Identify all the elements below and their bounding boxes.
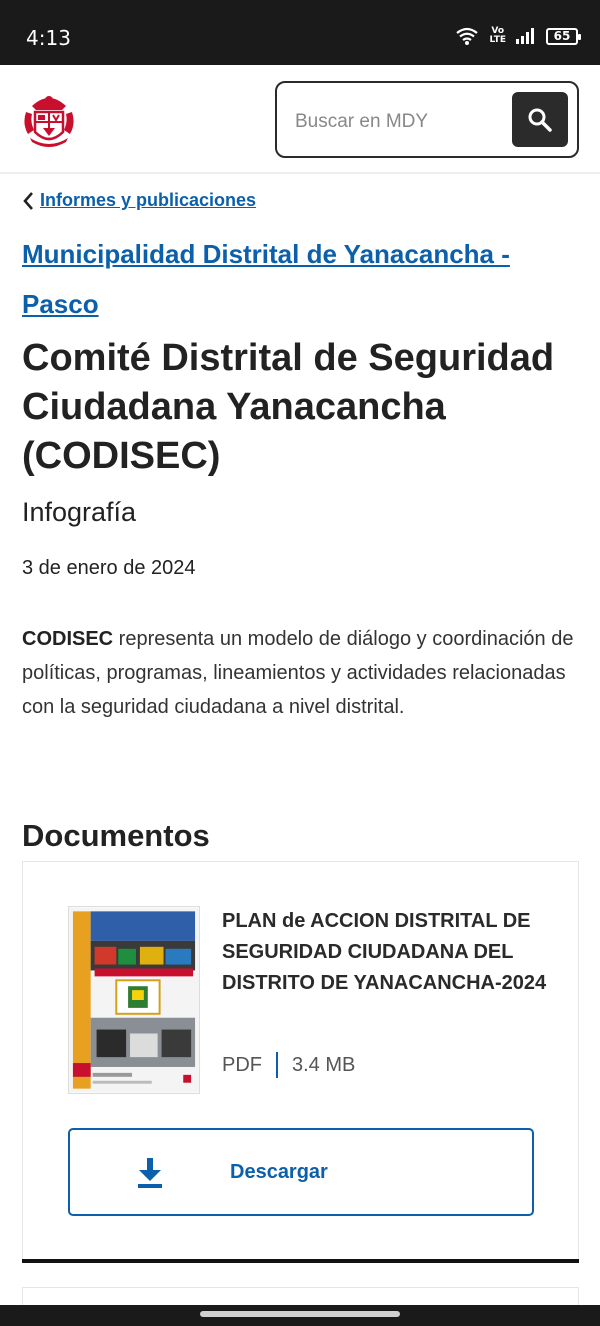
breadcrumb-link[interactable]: Informes y publicaciones [40,190,256,211]
volte-indicator: Vo LTE [489,26,506,45]
search-input[interactable]: Buscar en MDY [295,111,428,133]
search-button[interactable] [512,92,568,147]
organization-link[interactable]: Municipalidad Distrital de Yanacancha - … [22,229,562,329]
download-label: Descargar [230,1161,328,1183]
download-icon [138,1158,162,1188]
battery-level: 65 [553,28,571,43]
description-bold: CODISEC [22,628,114,650]
home-handle[interactable] [200,1311,400,1317]
documents-heading: Documentos [22,818,210,853]
document-format: PDF [222,1053,262,1076]
peru-coat-of-arms-icon[interactable] [22,92,76,148]
search-icon [528,108,552,132]
meta-divider [276,1052,278,1078]
page-title: Comité Distrital de Seguridad Ciudadana … [22,337,555,477]
site-header: Buscar en MDY [0,65,600,174]
wifi-icon [456,27,479,45]
document-title[interactable]: PLAN de ACCION DISTRITAL DE SEGURIDAD CI… [222,906,552,999]
document-card: PLAN de ACCION DISTRITAL DE SEGURIDAD CI… [22,861,579,1261]
system-nav-bar [0,1305,600,1326]
chevron-left-icon [23,191,33,210]
search-box[interactable]: Buscar en MDY [275,81,579,158]
document-card-next [22,1287,579,1307]
article-description: CODISEC representa un modelo de diálogo … [22,622,578,724]
download-button[interactable]: Descargar [68,1128,534,1216]
publish-date: 3 de enero de 2024 [22,557,196,579]
battery-icon: 65 [546,27,581,45]
document-meta: PDF 3.4 MB [222,1052,355,1078]
signal-icon [516,28,534,44]
category-label: Infografía [22,497,137,527]
card-divider [22,1259,579,1263]
status-bar: 4:13 Vo LTE 65 [0,0,600,65]
breadcrumb: Informes y publicaciones [22,190,256,211]
status-icons: Vo LTE 65 [455,26,581,46]
document-size: 3.4 MB [292,1053,356,1076]
document-thumbnail[interactable] [68,906,200,1094]
status-time: 4:13 [26,26,71,50]
